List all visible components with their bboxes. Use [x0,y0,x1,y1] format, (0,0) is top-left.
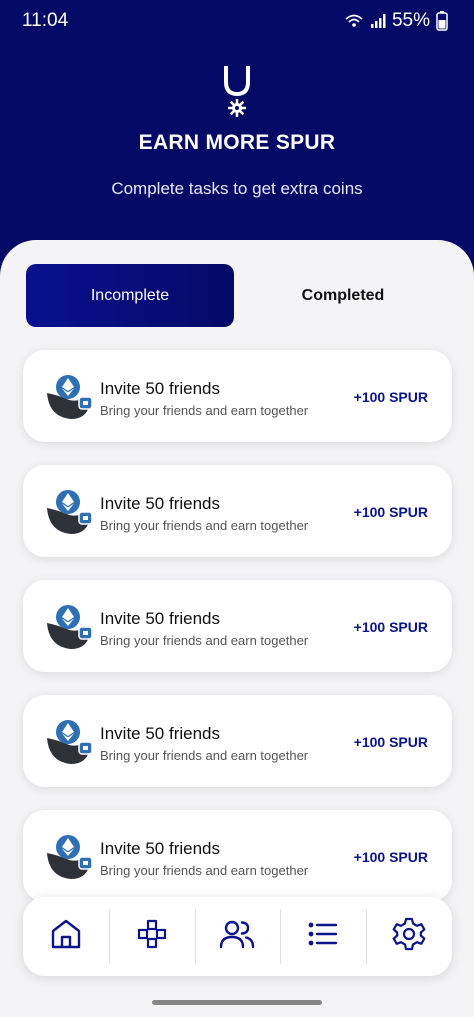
task-description: Bring your friends and earn together [100,863,309,878]
task-description: Bring your friends and earn together [100,748,309,763]
gamepad-icon [135,917,169,956]
list-icon [306,917,340,956]
task-description: Bring your friends and earn together [100,403,309,418]
task-description: Bring your friends and earn together [100,633,309,648]
status-time: 11:04 [22,10,69,31]
nav-friends[interactable] [194,897,281,976]
nav-tasks[interactable] [280,897,366,976]
task-card[interactable]: Invite 50 friends Bring your friends and… [23,695,452,787]
invite-friends-icon [45,833,95,881]
nav-games[interactable] [108,897,195,976]
task-description: Bring your friends and earn together [100,518,309,533]
tab-completed[interactable]: Completed [238,264,448,327]
nav-settings[interactable] [366,897,452,976]
invite-friends-icon [45,718,95,766]
task-title: Invite 50 friends [100,724,221,743]
wifi-calling-icon [344,13,364,29]
invite-friends-icon [45,488,95,536]
task-card[interactable]: Invite 50 friends Bring your friends and… [23,810,452,902]
task-tabs: Incomplete Completed [26,264,456,327]
task-card[interactable]: Invite 50 friends Bring your friends and… [23,465,452,557]
tab-incomplete[interactable]: Incomplete [26,264,234,327]
task-reward[interactable]: +100 SPUR [354,389,428,405]
bottom-nav [23,897,452,976]
task-title: Invite 50 friends [100,609,221,628]
task-reward[interactable]: +100 SPUR [354,504,428,520]
task-card[interactable]: Invite 50 friends Bring your friends and… [23,350,452,442]
gesture-bar[interactable] [152,1000,322,1005]
status-bar: 11:04 55% [0,0,474,42]
page-title: EARN MORE SPUR [138,131,336,154]
task-title: Invite 50 friends [100,379,221,398]
task-reward[interactable]: +100 SPUR [354,849,428,865]
magnet-gear-logo [217,64,257,120]
nav-home[interactable] [23,897,109,976]
hero-header: EARN MORE SPUR Complete tasks to get ext… [0,42,474,262]
task-title: Invite 50 friends [100,839,221,858]
signal-icon [370,13,386,29]
home-icon [49,917,83,956]
status-icons: 55% [344,10,448,32]
task-card[interactable]: Invite 50 friends Bring your friends and… [23,580,452,672]
task-reward[interactable]: +100 SPUR [354,619,428,635]
battery-percent: 55% [391,10,430,31]
invite-friends-icon [45,603,95,651]
invite-friends-icon [45,373,95,421]
users-icon [219,917,255,956]
task-title: Invite 50 friends [100,494,221,513]
page-subtitle: Complete tasks to get extra coins [111,179,363,198]
task-reward[interactable]: +100 SPUR [354,734,428,750]
battery-icon [436,11,448,31]
gear-icon [391,916,427,957]
